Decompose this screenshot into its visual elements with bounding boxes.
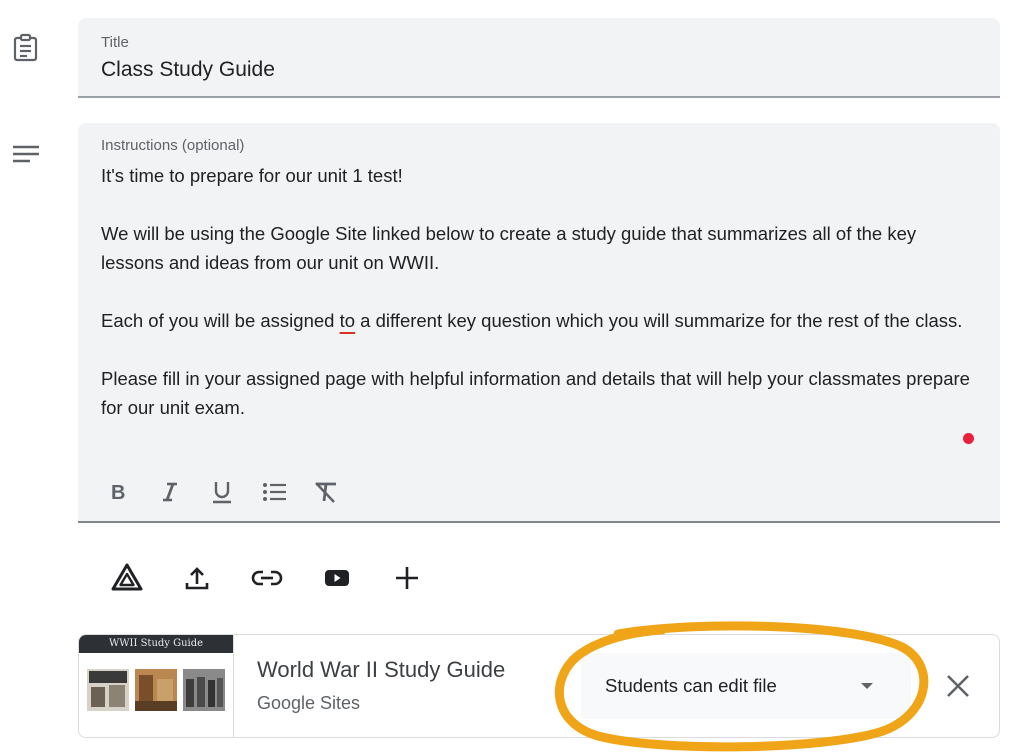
- instructions-line-1: It's time to prepare for our unit 1 test…: [101, 165, 403, 186]
- title-input[interactable]: Class Study Guide: [101, 58, 275, 82]
- attachment-card[interactable]: WWII Study Guide World War II Study Guid…: [78, 634, 1000, 738]
- spelling-error-word[interactable]: to: [340, 310, 355, 331]
- underline-icon: [213, 482, 231, 504]
- clear-formatting-button[interactable]: [300, 475, 352, 509]
- instructions-field[interactable]: Instructions (optional) It's time to pre…: [78, 123, 1000, 523]
- underline-button[interactable]: [196, 475, 248, 509]
- recording-dot-indicator: [963, 433, 974, 444]
- title-label: Title: [101, 34, 129, 51]
- clear-formatting-icon: [315, 482, 336, 503]
- notes-icon: [13, 145, 39, 163]
- attachment-title[interactable]: World War II Study Guide: [257, 657, 505, 683]
- attachment-thumbnail: WWII Study Guide: [79, 635, 234, 737]
- youtube-button[interactable]: [302, 556, 372, 600]
- link-button[interactable]: [232, 556, 302, 600]
- svg-text:B: B: [111, 482, 125, 504]
- instructions-label: Instructions (optional): [101, 137, 245, 154]
- attach-toolbar: [92, 556, 442, 600]
- instructions-textarea[interactable]: It's time to prepare for our unit 1 test…: [101, 161, 971, 451]
- text-segment: Each of you will be assigned: [101, 310, 340, 331]
- bulleted-list-button[interactable]: [248, 475, 300, 509]
- youtube-icon: [325, 570, 349, 586]
- attachment-type: Google Sites: [257, 693, 361, 713]
- thumbnail-banner: WWII Study Guide: [79, 635, 233, 653]
- link-icon: [251, 570, 283, 586]
- sharing-permission-dropdown[interactable]: Students can edit file: [581, 653, 911, 719]
- text-segment: a different key question which you will …: [355, 310, 963, 331]
- instructions-paragraph-3: Each of you will be assigned to a differ…: [101, 306, 971, 335]
- format-toolbar: B: [92, 475, 352, 509]
- bold-button[interactable]: B: [92, 475, 144, 509]
- italic-button[interactable]: [144, 475, 196, 509]
- sharing-permission-value: Students can edit file: [605, 675, 777, 696]
- google-drive-icon: [111, 563, 143, 591]
- remove-attachment-close-icon[interactable]: [941, 669, 975, 703]
- upload-button[interactable]: [162, 556, 232, 600]
- add-icon: [396, 567, 418, 589]
- italic-icon: [163, 482, 177, 502]
- thumbnail-poster-image: [87, 669, 129, 711]
- assignment-icon: [13, 33, 38, 62]
- dropdown-arrow-icon: [861, 683, 873, 689]
- instructions-paragraph-4: Please fill in your assigned page with h…: [101, 368, 970, 418]
- instructions-paragraph-2: We will be using the Google Site linked …: [101, 223, 917, 273]
- add-button[interactable]: [372, 556, 442, 600]
- title-field[interactable]: Title Class Study Guide: [78, 18, 1000, 98]
- thumbnail-painting-image: [135, 669, 177, 711]
- bulleted-list-icon: [263, 483, 286, 501]
- bold-icon: B: [111, 482, 125, 504]
- thumbnail-photo-image: [183, 669, 225, 711]
- google-drive-button[interactable]: [92, 556, 162, 600]
- upload-icon: [185, 567, 209, 590]
